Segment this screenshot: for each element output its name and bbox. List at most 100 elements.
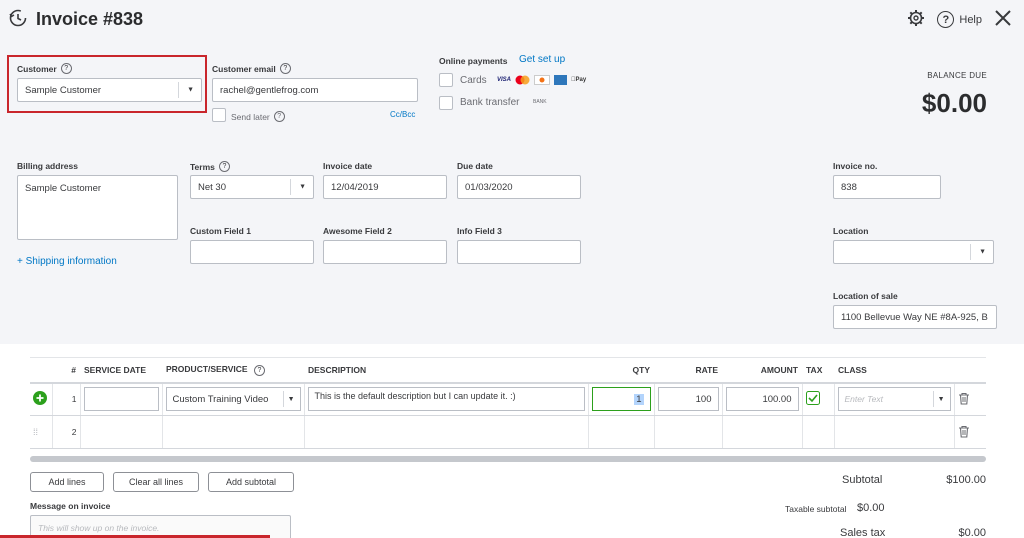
taxable-subtotal-value: $0.00 bbox=[857, 502, 885, 514]
custom-field-1-input[interactable] bbox=[190, 240, 314, 264]
rate-input[interactable]: 100 bbox=[657, 387, 719, 412]
add-circle-icon[interactable] bbox=[33, 391, 47, 406]
balance-due-value: $0.00 bbox=[921, 88, 987, 118]
customer-email-value: rachel@gentlefrog.com bbox=[220, 84, 319, 96]
custom-field-1-label: Custom Field 1 bbox=[190, 226, 251, 236]
divider bbox=[932, 391, 934, 408]
row-empty-cell[interactable] bbox=[653, 415, 722, 449]
row-empty-cell[interactable] bbox=[721, 415, 802, 449]
table-row: ⁞⁞ 2 bbox=[30, 415, 986, 449]
service-date-input[interactable] bbox=[83, 387, 159, 412]
bank-transfer-label: Bank transfer bbox=[460, 97, 520, 108]
info-field-3-input[interactable] bbox=[457, 240, 581, 264]
invoice-date-input[interactable]: 12/04/2019 bbox=[323, 175, 447, 199]
col-amount: AMOUNT bbox=[722, 357, 802, 384]
help-label: Help bbox=[959, 13, 982, 26]
balance-due-label: BALANCE DUE bbox=[927, 71, 987, 80]
customer-email-label: Customer email bbox=[212, 63, 276, 74]
send-later-wrap: Send later ? bbox=[231, 111, 285, 122]
col-tax: TAX bbox=[802, 357, 834, 384]
due-date-input[interactable]: 01/03/2020 bbox=[457, 175, 581, 199]
drag-handle-icon[interactable]: ⁞⁞ bbox=[33, 427, 38, 437]
invoice-date-label: Invoice date bbox=[323, 161, 373, 171]
invoice-no-input[interactable]: 838 bbox=[833, 175, 941, 199]
recent-transactions-icon[interactable] bbox=[8, 8, 28, 31]
table-scrollbar[interactable] bbox=[30, 456, 986, 462]
message-placeholder: This will show up on the invoice. bbox=[38, 523, 160, 533]
help-icon: ? bbox=[937, 11, 955, 28]
invoice-date-value: 12/04/2019 bbox=[331, 181, 379, 193]
mastercard-icon bbox=[515, 75, 530, 85]
cards-label: Cards bbox=[460, 75, 487, 86]
close-icon[interactable] bbox=[994, 9, 1012, 30]
amount-input[interactable]: 100.00 bbox=[725, 387, 799, 412]
row-amount-cell: 100.00 bbox=[721, 382, 802, 416]
cards-checkbox[interactable] bbox=[439, 73, 453, 87]
add-lines-button[interactable]: Add lines bbox=[30, 472, 104, 492]
chevron-down-icon[interactable]: ▼ bbox=[938, 396, 945, 403]
row-empty-cell[interactable] bbox=[303, 415, 588, 449]
send-later-label: Send later bbox=[231, 111, 270, 122]
location-of-sale-value: 1100 Bellevue Way NE #8A-925, B bbox=[841, 311, 988, 323]
trash-icon[interactable] bbox=[958, 425, 970, 438]
terms-select[interactable]: Net 30 ▼ bbox=[190, 175, 314, 199]
qty-input[interactable]: 1 bbox=[591, 387, 651, 412]
title-wrap: Invoice #838 bbox=[8, 8, 143, 31]
row-empty-cell[interactable] bbox=[833, 415, 954, 449]
customer-email-input[interactable]: rachel@gentlefrog.com bbox=[212, 78, 418, 102]
col-service-date: SERVICE DATE bbox=[80, 357, 162, 384]
chevron-down-icon[interactable]: ▼ bbox=[979, 249, 986, 256]
row-empty-cell[interactable] bbox=[587, 415, 654, 449]
shipping-information-link[interactable]: + Shipping information bbox=[17, 256, 117, 267]
billing-address-label: Billing address bbox=[17, 161, 78, 171]
billing-address-input[interactable]: Sample Customer bbox=[17, 175, 178, 240]
product-service-select[interactable]: Custom Training Video ▼ bbox=[165, 387, 301, 412]
description-input[interactable]: This is the default description but I ca… bbox=[307, 387, 585, 412]
col-product-service-label: PRODUCT/SERVICE bbox=[166, 363, 248, 374]
qty-value: 1 bbox=[634, 393, 644, 405]
due-date-label: Due date bbox=[457, 161, 493, 171]
awesome-field-2-label: Awesome Field 2 bbox=[323, 226, 392, 236]
header-icons: ? Help bbox=[907, 9, 1012, 30]
amex-icon bbox=[554, 75, 568, 85]
line-items-table: # SERVICE DATE PRODUCT/SERVICE ? DESCRIP… bbox=[30, 357, 986, 449]
help-button[interactable]: ? Help bbox=[937, 11, 982, 28]
tax-checkbox[interactable] bbox=[805, 391, 820, 406]
apple-pay-icon: Pay bbox=[571, 77, 586, 83]
location-select[interactable]: ▼ bbox=[833, 240, 994, 264]
awesome-field-2-input[interactable] bbox=[323, 240, 447, 264]
row-empty-cell[interactable] bbox=[79, 415, 162, 449]
row-empty-cell[interactable] bbox=[161, 415, 304, 449]
highlight-box bbox=[7, 55, 207, 113]
help-icon[interactable]: ? bbox=[279, 63, 291, 74]
subtotal-value: $100.00 bbox=[946, 474, 986, 486]
add-subtotal-button[interactable]: Add subtotal bbox=[208, 472, 294, 492]
divider bbox=[970, 244, 971, 260]
clear-all-lines-button[interactable]: Clear all lines bbox=[113, 472, 199, 492]
help-icon[interactable]: ? bbox=[273, 111, 285, 122]
row-service-date-cell bbox=[79, 382, 162, 416]
location-of-sale-label: Location of sale bbox=[833, 291, 898, 301]
chevron-down-icon[interactable]: ▼ bbox=[299, 184, 306, 191]
cc-bcc-link[interactable]: Cc/Bcc bbox=[390, 110, 415, 119]
location-of-sale-input[interactable]: 1100 Bellevue Way NE #8A-925, B bbox=[833, 305, 997, 329]
terms-label-wrap: Terms ? bbox=[190, 161, 230, 172]
help-icon[interactable]: ? bbox=[253, 364, 265, 376]
class-select[interactable]: Enter Text ▼ bbox=[837, 387, 951, 412]
chevron-down-icon[interactable]: ▼ bbox=[288, 396, 295, 403]
invoice-no-value: 838 bbox=[841, 181, 857, 193]
help-icon[interactable]: ? bbox=[218, 161, 230, 172]
bank-transfer-checkbox[interactable] bbox=[439, 96, 453, 110]
gear-icon[interactable] bbox=[907, 9, 925, 30]
row-delete-cell bbox=[953, 382, 986, 416]
subtotal-label: Subtotal bbox=[842, 474, 883, 486]
col-drag bbox=[30, 357, 52, 384]
col-product-service: PRODUCT/SERVICE ? bbox=[162, 357, 304, 384]
send-later-checkbox[interactable] bbox=[212, 108, 226, 122]
table-header-row: # SERVICE DATE PRODUCT/SERVICE ? DESCRIP… bbox=[30, 357, 986, 384]
trash-icon[interactable] bbox=[958, 392, 970, 405]
sales-tax-value: $0.00 bbox=[958, 527, 986, 538]
get-set-up-link[interactable]: Get set up bbox=[519, 54, 565, 65]
row-empty-cell[interactable] bbox=[801, 415, 834, 449]
discover-icon bbox=[534, 75, 551, 85]
